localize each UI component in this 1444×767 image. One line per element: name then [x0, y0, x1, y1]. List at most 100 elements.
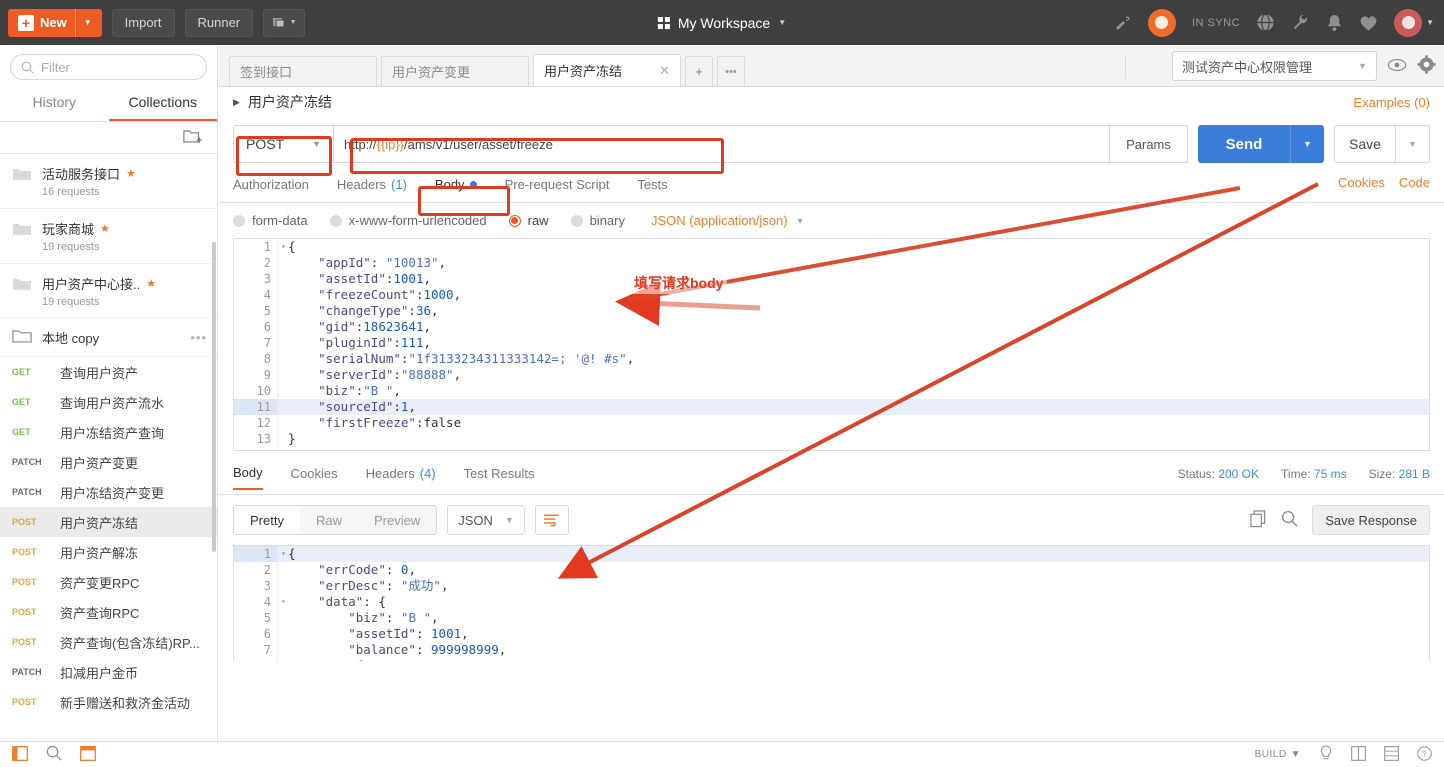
params-button[interactable]: Params — [1110, 125, 1188, 163]
grid-layout-icon[interactable] — [1384, 745, 1399, 764]
response-body-editor[interactable]: 1 ▾{2 "errCode": 0, 3 "errDesc": "成功", 4 ▾ "… — [233, 545, 1430, 661]
view-mode-preview[interactable]: Preview — [357, 506, 437, 534]
radio-urlencoded[interactable]: x-www-form-urlencoded — [329, 213, 487, 228]
response-tab-test-results[interactable]: Test Results — [464, 466, 535, 489]
fold-caret-icon[interactable]: ▾ — [277, 594, 286, 610]
radio-form-data[interactable]: form-data — [233, 213, 308, 228]
code-text: "appId": "10013", — [318, 255, 447, 270]
collection-item[interactable]: 活动服务接口 ★ 16 requests — [0, 154, 217, 209]
list-item[interactable]: PATCH 扣减用户金币 — [0, 657, 217, 687]
list-item[interactable]: GET 查询用户资产 — [0, 357, 217, 387]
list-item[interactable]: POST 资产查询(包含冻结)RP... — [0, 627, 217, 657]
radio-binary[interactable]: binary — [570, 213, 625, 228]
request-tab[interactable]: 用户资产变更 — [381, 56, 529, 86]
workspace-selector[interactable]: My Workspace ▼ — [657, 15, 786, 31]
fold-caret-icon[interactable]: ▾ — [277, 546, 286, 562]
response-format-selector[interactable]: JSON ▼ — [447, 505, 525, 535]
console-icon[interactable] — [80, 745, 96, 764]
send-button[interactable]: Send — [1198, 125, 1290, 163]
view-mode-pretty[interactable]: Pretty — [234, 506, 300, 534]
list-item[interactable]: POST 资产查询RPC — [0, 597, 217, 627]
sidebar-toggle-icon[interactable] — [12, 745, 28, 764]
method-selector[interactable]: POST ▼ — [233, 125, 333, 163]
view-mode-raw[interactable]: Raw — [299, 506, 358, 534]
new-window-button[interactable]: ▼ — [263, 8, 306, 37]
svg-text:?: ? — [1422, 748, 1427, 758]
request-body-editor[interactable]: 1 ▾{2 "appId": "10013", 3 "assetId":1001, 4… — [233, 238, 1430, 451]
list-item[interactable]: PATCH 用户冻结资产变更 — [0, 477, 217, 507]
folder-more-icon[interactable]: ••• — [190, 330, 207, 345]
runner-button[interactable]: Runner — [184, 8, 254, 37]
tab-history[interactable]: History — [0, 87, 109, 121]
user-menu[interactable]: ▼ — [1394, 8, 1434, 37]
globe-icon[interactable] — [1256, 13, 1275, 32]
list-item[interactable]: PATCH 用户资产变更 — [0, 447, 217, 477]
import-button[interactable]: Import — [111, 8, 175, 37]
search-icon[interactable] — [1281, 510, 1298, 530]
save-response-button[interactable]: Save Response — [1312, 505, 1430, 535]
request-tab-active[interactable]: 用户资产冻结 ✕ — [533, 54, 681, 86]
tab-pre-request-script[interactable]: Pre-request Script — [505, 177, 610, 200]
fold-caret-icon[interactable]: ▾ — [277, 239, 286, 255]
list-item[interactable]: POST 用户资产解冻 — [0, 537, 217, 567]
request-title-row: ▶ 用户资产冻结 Examples (0) — [219, 87, 1444, 117]
request-breadcrumb[interactable]: ▶ 用户资产冻结 — [233, 92, 332, 112]
code-text: } — [288, 431, 296, 446]
url-input[interactable]: http://{{ip}}/ams/v1/user/asset/freeze — [333, 125, 1110, 163]
copy-icon[interactable] — [1250, 509, 1267, 531]
examples-dropdown[interactable]: Examples (0) — [1353, 95, 1430, 110]
tab-options-button[interactable]: ••• — [717, 56, 745, 86]
save-options-caret-icon[interactable]: ▼ — [1396, 125, 1430, 163]
new-dropdown-caret-icon[interactable]: ▼ — [74, 8, 100, 37]
broadcast-icon[interactable] — [1114, 15, 1132, 31]
request-tab[interactable]: 签到接口 — [229, 56, 377, 86]
response-tab-body[interactable]: Body — [233, 465, 263, 490]
environment-selector[interactable]: 测试资产中心权限管理 ▼ — [1172, 51, 1377, 81]
folder-item-local-copy[interactable]: 本地 copy ••• — [0, 319, 217, 357]
code-link[interactable]: Code — [1399, 175, 1430, 190]
new-folder-icon[interactable] — [183, 128, 203, 147]
two-pane-layout-icon[interactable] — [1351, 745, 1366, 764]
tab-tests[interactable]: Tests — [637, 177, 667, 200]
list-item[interactable]: GET 用户冻结资产查询 — [0, 417, 217, 447]
collection-item[interactable]: 用户资产中心接.. ★ 19 requests — [0, 264, 217, 319]
list-item[interactable]: POST 资产变更RPC — [0, 567, 217, 597]
bulb-icon[interactable] — [1319, 744, 1333, 765]
build-selector[interactable]: BUILD ▼ — [1255, 749, 1301, 760]
gear-icon[interactable] — [1417, 55, 1436, 77]
sync-avatar-icon[interactable] — [1147, 8, 1176, 37]
tab-body[interactable]: Body — [435, 177, 477, 200]
heart-icon[interactable] — [1359, 14, 1378, 32]
response-tab-cookies[interactable]: Cookies — [291, 466, 338, 489]
add-tab-button[interactable]: + — [685, 56, 713, 86]
tab-collections[interactable]: Collections — [108, 87, 217, 121]
star-icon[interactable]: ★ — [100, 222, 110, 235]
star-icon[interactable]: ★ — [126, 167, 136, 180]
list-item[interactable]: GET 查询用户资产流水 — [0, 387, 217, 417]
list-item[interactable]: POST 用户资产冻结 — [0, 507, 217, 537]
collection-item[interactable]: 玩家商城 ★ 19 requests — [0, 209, 217, 264]
environment-quick-look-icon[interactable] — [1387, 58, 1407, 75]
tab-authorization[interactable]: Authorization — [233, 177, 309, 200]
save-button[interactable]: Save — [1334, 125, 1396, 163]
response-tab-headers[interactable]: Headers (4) — [366, 466, 436, 489]
cookies-link[interactable]: Cookies — [1338, 175, 1385, 190]
help-icon[interactable]: ? — [1417, 745, 1432, 764]
chevron-right-icon[interactable]: ▶ — [233, 97, 240, 108]
status-badge: Status: 200 OK — [1178, 467, 1259, 481]
new-button[interactable]: + New ▼ — [8, 8, 102, 37]
code-text: "errCode": 0, — [318, 562, 416, 577]
content-type-selector[interactable]: JSON (application/json) ▼ — [651, 213, 804, 228]
search-icon[interactable] — [46, 745, 62, 764]
tab-headers[interactable]: Headers (1) — [337, 177, 407, 200]
bell-icon[interactable] — [1326, 13, 1343, 32]
list-item[interactable]: POST 新手赠送和救济金活动 — [0, 687, 217, 717]
wrench-icon[interactable] — [1291, 13, 1310, 32]
sidebar-scrollbar[interactable] — [212, 242, 216, 552]
radio-raw[interactable]: raw — [508, 213, 549, 228]
search-input[interactable]: Filter — [10, 54, 207, 80]
send-options-caret-icon[interactable]: ▼ — [1290, 125, 1324, 163]
wrap-lines-button[interactable] — [534, 505, 569, 535]
star-icon[interactable]: ★ — [146, 277, 156, 290]
close-icon[interactable]: ✕ — [659, 63, 670, 79]
